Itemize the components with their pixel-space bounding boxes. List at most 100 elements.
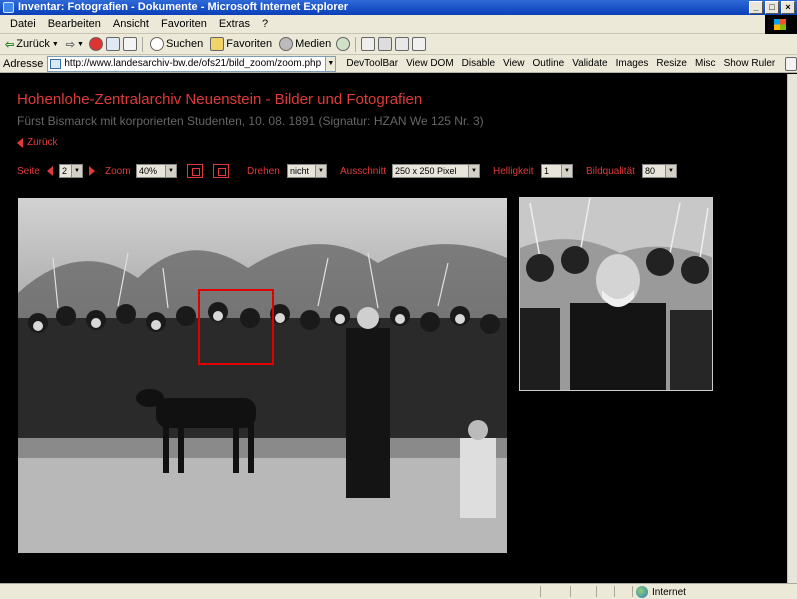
next-page-icon[interactable]	[89, 166, 95, 176]
favorites-button[interactable]: Favoriten	[208, 37, 274, 51]
fit-width-icon[interactable]	[213, 164, 229, 178]
chevron-down-icon: ▼	[315, 165, 326, 177]
devbar-disable[interactable]: Disable	[458, 58, 499, 69]
media-button[interactable]: Medien	[277, 37, 333, 51]
toolbar-separator	[355, 36, 357, 52]
status-separator	[540, 586, 541, 597]
address-bar: Adresse http://www.landesarchiv-bw.de/of…	[0, 55, 797, 73]
zoom-select[interactable]: 40% ▼	[136, 164, 177, 178]
menu-bar: Datei Bearbeiten Ansicht Favoriten Extra…	[0, 15, 797, 34]
discuss-icon[interactable]	[412, 37, 427, 51]
ie-app-icon	[3, 2, 14, 13]
status-separator	[570, 586, 571, 597]
bildqualitaet-value: 80	[645, 166, 656, 176]
seite-select[interactable]: 2 ▼	[59, 164, 83, 178]
zoom-value: 40%	[139, 166, 158, 176]
devbar-devtoolbar[interactable]: DevToolBar	[342, 58, 402, 69]
previous-page-icon[interactable]	[47, 166, 53, 176]
back-arrow-icon: ⇦	[5, 38, 15, 51]
menu-datei[interactable]: Datei	[4, 18, 42, 30]
forward-arrow-icon: ⇨	[65, 38, 75, 51]
media-icon	[279, 37, 294, 51]
window-title: Inventar: Fotografien - Dokumente - Micr…	[18, 1, 349, 13]
menu-help[interactable]: ?	[256, 18, 274, 30]
window-controls: _ □ ×	[749, 1, 795, 14]
seite-value: 2	[62, 166, 68, 176]
menu-bearbeiten[interactable]: Bearbeiten	[42, 18, 107, 30]
menu-favoriten[interactable]: Favoriten	[155, 18, 213, 30]
refresh-icon[interactable]	[105, 37, 120, 51]
search-icon	[149, 37, 164, 51]
status-separator	[632, 586, 633, 597]
ausschnitt-select[interactable]: 250 x 250 Pixel ▼	[392, 164, 480, 178]
page-subtitle: Fürst Bismarck mit korporierten Studente…	[17, 114, 484, 128]
chevron-down-icon: ▼	[165, 165, 176, 177]
chevron-down-icon: ▼	[77, 40, 84, 48]
discuss-icon[interactable]	[785, 56, 797, 71]
helligkeit-select[interactable]: 1 ▼	[541, 164, 573, 178]
menu-extras[interactable]: Extras	[213, 18, 256, 30]
chevron-down-icon: ▼	[51, 40, 59, 48]
print-icon[interactable]	[378, 37, 393, 51]
edit-icon[interactable]	[395, 37, 410, 51]
fit-page-icon[interactable]	[187, 164, 203, 178]
status-separator	[596, 586, 597, 597]
devbar-view[interactable]: View	[499, 58, 529, 69]
standard-toolbar: ⇦ Zurück ▼ ⇨ ▼ Suchen Favoriten Medien	[0, 34, 797, 55]
chevron-down-icon: ▼	[71, 165, 82, 177]
back-link[interactable]: Zurück	[17, 137, 58, 148]
devbar-view-dom[interactable]: View DOM	[402, 58, 458, 69]
window-titlebar: Inventar: Fotografien - Dokumente - Micr…	[0, 0, 797, 15]
zoom-illustration	[520, 198, 712, 390]
devbar-misc[interactable]: Misc	[691, 58, 720, 69]
toolbar-separator	[141, 36, 143, 52]
stop-icon[interactable]	[88, 37, 103, 51]
media-button-label: Medien	[295, 38, 332, 50]
devbar-outline[interactable]: Outline	[529, 58, 569, 69]
security-zone: Internet	[636, 586, 686, 598]
drehen-select[interactable]: nicht ▼	[287, 164, 327, 178]
devbar-validate[interactable]: Validate	[568, 58, 611, 69]
devbar-images[interactable]: Images	[612, 58, 653, 69]
close-button[interactable]: ×	[781, 1, 795, 14]
maximize-button[interactable]: □	[765, 1, 779, 14]
chevron-down-icon: ▼	[561, 165, 572, 177]
minimize-button[interactable]: _	[749, 1, 763, 14]
search-button-label: Suchen	[165, 38, 204, 50]
search-button[interactable]: Suchen	[148, 37, 205, 51]
chevron-down-icon: ▼	[665, 165, 676, 177]
security-zone-label: Internet	[652, 586, 686, 598]
history-icon[interactable]	[336, 37, 351, 51]
seite-label: Seite	[17, 166, 40, 177]
address-dropdown-button[interactable]: ▼	[326, 55, 337, 72]
zoom-label: Zoom	[105, 166, 131, 177]
bildqualitaet-select[interactable]: 80 ▼	[642, 164, 677, 178]
drehen-value: nicht	[290, 166, 310, 176]
page-icon	[50, 58, 62, 69]
favorites-button-label: Favoriten	[226, 38, 273, 50]
vertical-scrollbar[interactable]	[787, 74, 797, 583]
zoom-selection-frame[interactable]	[198, 289, 274, 365]
back-link-label: Zurück	[27, 137, 58, 148]
address-input[interactable]: http://www.landesarchiv-bw.de/ofs21/bild…	[47, 55, 327, 72]
zoomed-detail-photograph	[519, 197, 713, 391]
back-button-label: Zurück	[16, 38, 50, 50]
chevron-down-icon: ▼	[468, 165, 479, 177]
ausschnitt-label: Ausschnitt	[340, 166, 387, 177]
back-button[interactable]: ⇦ Zurück ▼	[3, 38, 61, 51]
ausschnitt-value: 250 x 250 Pixel	[395, 166, 457, 176]
menu-ansicht[interactable]: Ansicht	[107, 18, 155, 30]
devbar-show-ruler[interactable]: Show Ruler	[720, 58, 780, 69]
helligkeit-value: 1	[544, 166, 550, 176]
home-icon[interactable]	[122, 37, 137, 51]
page-content: Hohenlohe-Zentralarchiv Neuenstein - Bil…	[0, 74, 787, 583]
internet-zone-icon	[636, 586, 648, 598]
main-photograph[interactable]	[18, 198, 507, 553]
drehen-label: Drehen	[247, 166, 280, 177]
address-label: Adresse	[3, 57, 44, 70]
mail-icon[interactable]	[361, 37, 376, 51]
devbar-resize[interactable]: Resize	[652, 58, 691, 69]
forward-button[interactable]: ⇨ ▼	[64, 38, 86, 51]
status-bar: Internet	[0, 583, 797, 599]
helligkeit-label: Helligkeit	[493, 166, 534, 177]
